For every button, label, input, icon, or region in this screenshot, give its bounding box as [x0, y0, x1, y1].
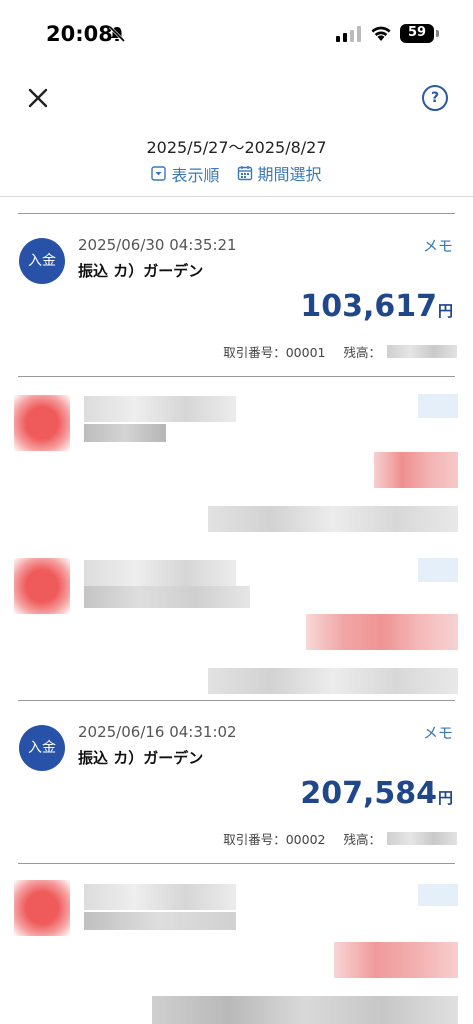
transaction-number: 取引番号：00001 — [223, 345, 326, 360]
transaction-footer: 取引番号：00002 残高： — [223, 829, 457, 848]
period-select-button[interactable]: 期間選択 — [237, 161, 322, 185]
period-select-label: 期間選択 — [257, 165, 322, 184]
transaction-amount: 207,584円 — [300, 776, 453, 811]
status-bar: 20:08 59 — [0, 0, 473, 70]
deposit-badge: 入金 — [19, 725, 65, 771]
list-divider — [18, 863, 455, 864]
currency-unit: 円 — [437, 302, 453, 320]
close-icon[interactable] — [24, 84, 52, 112]
amount-value: 207,584 — [300, 776, 437, 811]
currency-unit: 円 — [437, 789, 453, 807]
help-icon[interactable]: ? — [422, 85, 448, 111]
transaction-footer: 取引番号：00001 残高： — [223, 342, 457, 361]
amount-value: 103,617 — [300, 289, 437, 324]
sort-order-label: 表示順 — [171, 165, 220, 185]
balance-masked — [387, 345, 457, 358]
header-separator — [0, 196, 473, 197]
bell-muted-icon — [108, 25, 126, 43]
status-time: 20:08 — [46, 22, 113, 46]
battery-tip — [436, 30, 439, 37]
period-range: 2025/5/27〜2025/8/27 — [146, 138, 327, 157]
dropdown-box-icon — [151, 166, 167, 181]
list-divider — [18, 376, 455, 377]
balance-masked — [387, 832, 457, 845]
balance-label: 残高： — [343, 832, 381, 847]
transaction-item[interactable]: 入金 2025/06/16 04:31:02 振込 カ）ガーデン メモ 207,… — [0, 700, 473, 847]
wifi-icon — [371, 26, 391, 41]
transaction-description: 振込 カ）ガーデン — [78, 749, 204, 767]
transaction-datetime: 2025/06/16 04:31:02 — [78, 723, 237, 741]
deposit-badge: 入金 — [19, 238, 65, 284]
memo-link[interactable]: メモ — [423, 235, 453, 256]
transaction-item[interactable]: 入金 2025/06/30 04:35:21 振込 カ）ガーデン メモ 103,… — [0, 213, 473, 360]
list-controls: 表示順 期間選択 — [0, 161, 473, 186]
transaction-number: 取引番号：00002 — [223, 832, 326, 847]
transaction-description: 振込 カ）ガーデン — [78, 262, 204, 280]
transaction-amount: 103,617円 — [300, 289, 453, 324]
battery-level: 59 — [407, 25, 427, 40]
balance-label: 残高： — [343, 345, 381, 360]
sort-order-button[interactable]: 表示順 — [151, 162, 219, 186]
transaction-datetime: 2025/06/30 04:35:21 — [78, 236, 237, 254]
cell-signal-icon — [336, 26, 361, 42]
calendar-icon — [237, 166, 252, 181]
battery-icon: 59 — [400, 24, 434, 43]
memo-link[interactable]: メモ — [423, 722, 453, 743]
